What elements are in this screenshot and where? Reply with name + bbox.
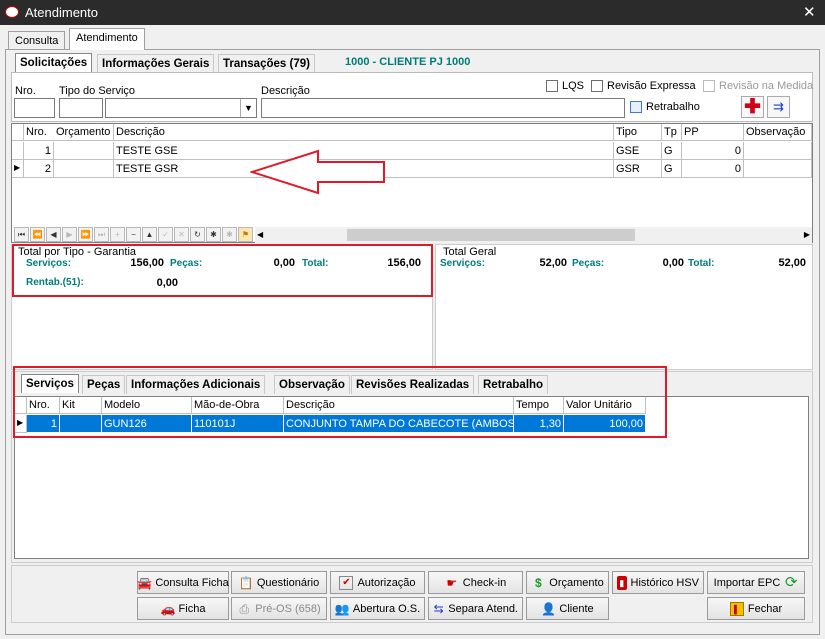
nav-refresh-icon[interactable]: ↻ bbox=[190, 227, 205, 242]
nav-prior-page-icon[interactable]: ⏪ bbox=[30, 227, 45, 242]
tipo-servico-select[interactable]: ▼ bbox=[105, 98, 257, 118]
ficha-button[interactable]: 🚗 Ficha bbox=[137, 597, 229, 620]
nro-input[interactable] bbox=[14, 98, 55, 118]
tipo-servico-code-input[interactable] bbox=[59, 98, 103, 118]
tab-atendimento[interactable]: Atendimento bbox=[69, 28, 145, 50]
revisao-medida-checkbox[interactable] bbox=[703, 80, 715, 92]
user-icon: 👤 bbox=[541, 601, 557, 616]
car-icon: 🚗 bbox=[160, 601, 176, 616]
totais-geral-panel bbox=[435, 244, 813, 370]
geral-servicos-value: 52,00 bbox=[539, 257, 567, 269]
nav-prior-icon[interactable]: ◀ bbox=[46, 227, 61, 242]
revisao-expressa-label: Revisão Expressa bbox=[607, 80, 696, 92]
highlight-box-totais bbox=[12, 244, 433, 297]
chevron-down-icon[interactable]: ▼ bbox=[240, 99, 256, 117]
importar-epc-button[interactable]: Importar EPC ⟳ bbox=[707, 571, 805, 594]
nav-edit-icon[interactable]: ▲ bbox=[142, 227, 157, 242]
lqs-label: LQS bbox=[562, 80, 585, 92]
revisao-medida-label: Revisão na Medida bbox=[719, 80, 814, 92]
checkin-button[interactable]: ☛ Check-in bbox=[428, 571, 523, 594]
split-icon: ⇆ bbox=[433, 601, 444, 616]
descricao-input[interactable] bbox=[261, 98, 625, 118]
close-icon[interactable]: ✕ bbox=[803, 3, 816, 21]
separa-atend-button[interactable]: ⇆ Separa Atend. bbox=[428, 597, 523, 620]
historico-hsv-button[interactable]: ▮ Histórico HSV bbox=[612, 571, 704, 594]
revisao-expressa-checkbox[interactable] bbox=[591, 80, 603, 92]
col-tipo[interactable]: Tipo bbox=[614, 124, 662, 141]
car-icon: 🚘 bbox=[137, 575, 153, 590]
geral-pecas-label: Peças: bbox=[572, 258, 605, 269]
scroll-left-icon[interactable]: ◀ bbox=[257, 227, 263, 243]
nav-delete-icon[interactable]: − bbox=[126, 227, 141, 242]
fechar-button[interactable]: ▌ Fechar bbox=[707, 597, 805, 620]
nav-post-icon[interactable]: ✓ bbox=[158, 227, 173, 242]
nav-cancel-icon[interactable]: ✕ bbox=[174, 227, 189, 242]
client-label: 1000 - CLIENTE PJ 1000 bbox=[345, 56, 471, 68]
clipboard-icon: 📋 bbox=[238, 575, 254, 590]
solicitacoes-grid: Nro. Orçamento Descrição Tipo Tp PP Obse… bbox=[11, 123, 813, 243]
geral-total-value: 52,00 bbox=[778, 257, 806, 269]
tab-solicitacoes[interactable]: Solicitações bbox=[15, 53, 93, 72]
cliente-button[interactable]: 👤 Cliente bbox=[526, 597, 609, 620]
col-observacao[interactable]: Observação bbox=[744, 124, 812, 141]
nav-last-icon[interactable]: ⏭ bbox=[94, 227, 109, 242]
retrabalho-label: Retrabalho bbox=[646, 101, 700, 113]
nav-next-page-icon[interactable]: ⏩ bbox=[78, 227, 93, 242]
dollar-icon: $ bbox=[534, 575, 542, 590]
col-orcamento[interactable]: Orçamento bbox=[54, 124, 114, 141]
nav-bookmark-icon[interactable]: ✱ bbox=[206, 227, 221, 242]
nav-goto-bookmark-icon[interactable]: ✱ bbox=[222, 227, 237, 242]
scroll-thumb[interactable] bbox=[347, 229, 635, 241]
abertura-os-button[interactable]: 👥 Abertura O.S. bbox=[330, 597, 425, 620]
check-red-icon: ✔ bbox=[339, 575, 354, 590]
nav-next-icon[interactable]: ▶ bbox=[62, 227, 77, 242]
highlight-box-servicos bbox=[13, 366, 667, 438]
orcamento-button[interactable]: $ Orçamento bbox=[526, 571, 609, 594]
history-icon: ▮ bbox=[617, 575, 627, 590]
col-pp[interactable]: PP bbox=[682, 124, 744, 141]
nro-label: Nro. bbox=[15, 85, 36, 97]
insert-row-icon[interactable]: ⇉ bbox=[767, 96, 790, 118]
exit-door-icon: ▌ bbox=[729, 601, 744, 616]
checkin-icon: ☛ bbox=[446, 575, 458, 590]
questionario-button[interactable]: 📋 Questionário bbox=[231, 571, 327, 594]
col-tp[interactable]: Tp bbox=[662, 124, 682, 141]
title-bar: Atendimento ✕ bbox=[0, 0, 825, 25]
row-indicator-icon: ▶ bbox=[12, 160, 24, 178]
geral-servicos-label: Serviços: bbox=[440, 258, 486, 269]
app-logo-icon bbox=[5, 6, 19, 18]
autorizacao-button[interactable]: ✔ Autorização bbox=[330, 571, 425, 594]
horizontal-scrollbar[interactable]: ◀ ▶ bbox=[255, 227, 812, 243]
pre-os-button[interactable]: ⎙ Pré-OS (658) bbox=[231, 597, 327, 620]
descricao-label: Descrição bbox=[261, 85, 310, 97]
nav-insert-icon[interactable]: + bbox=[110, 227, 125, 242]
tab-consulta[interactable]: Consulta bbox=[8, 31, 66, 50]
add-red-icon[interactable]: ✚ bbox=[741, 96, 764, 118]
nav-filter-icon[interactable]: ⚑ bbox=[238, 227, 253, 242]
retrabalho-checkbox[interactable] bbox=[630, 101, 642, 113]
total-geral-title: Total Geral bbox=[443, 246, 497, 258]
tab-informacoes-gerais[interactable]: Informações Gerais bbox=[97, 54, 215, 73]
tab-transacoes[interactable]: Transações (79) bbox=[218, 54, 315, 73]
lqs-checkbox[interactable] bbox=[546, 80, 558, 92]
people-icon: 👥 bbox=[334, 601, 350, 616]
window-title: Atendimento bbox=[25, 5, 98, 20]
red-arrow-annotation bbox=[250, 149, 385, 195]
refresh-icon: ⟳ bbox=[785, 573, 798, 591]
tipo-servico-label: Tipo do Serviço bbox=[59, 85, 136, 97]
consulta-ficha-button[interactable]: 🚘 Consulta Ficha bbox=[137, 571, 229, 594]
geral-total-label: Total: bbox=[688, 258, 715, 269]
printer-icon: ⎙ bbox=[239, 601, 250, 616]
col-descricao[interactable]: Descrição bbox=[114, 124, 614, 141]
geral-pecas-value: 0,00 bbox=[662, 257, 684, 269]
nav-first-icon[interactable]: ⏮ bbox=[14, 227, 29, 242]
scroll-right-icon[interactable]: ▶ bbox=[804, 227, 810, 243]
